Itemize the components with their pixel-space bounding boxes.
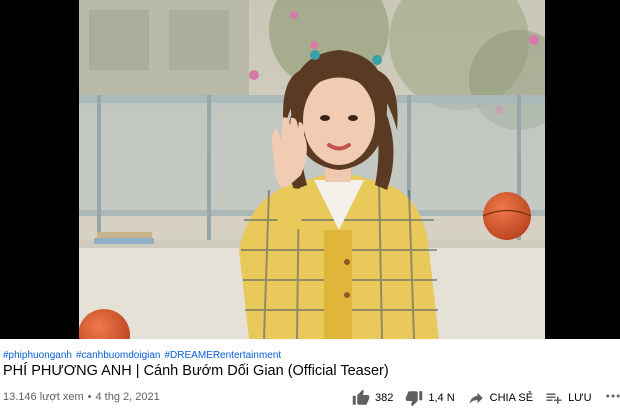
hashtags: #phiphuonganh #canhbuomdoigian #DREAMERent…	[3, 350, 285, 361]
like-button[interactable]: 382	[352, 389, 393, 407]
view-count: 13.146 lượt xem	[3, 391, 84, 403]
dislike-button[interactable]: 1,4 N	[405, 389, 455, 407]
action-bar: 382 1,4 N CHIA SẺ LƯU	[352, 387, 620, 409]
hashtag-link[interactable]: #canhbuomdoigian	[76, 350, 161, 361]
thumb-up-icon	[352, 389, 370, 407]
meta-separator: •	[87, 391, 92, 403]
more-actions-button[interactable]	[604, 387, 620, 410]
hashtag-link[interactable]: #phiphuonganh	[3, 350, 72, 361]
save-button[interactable]: LƯU	[545, 389, 592, 407]
video-title: PHÍ PHƯƠNG ANH | Cánh Bướm Dối Gian (Off…	[3, 363, 389, 379]
video-thumbnail-image	[79, 0, 545, 339]
more-horizontal-icon	[604, 387, 620, 410]
share-button[interactable]: CHIA SẺ	[467, 389, 533, 407]
dislike-count: 1,4 N	[428, 392, 455, 404]
video-player[interactable]	[0, 0, 620, 339]
playlist-add-icon	[545, 389, 563, 407]
hashtag-link[interactable]: #DREAMERentertainment	[164, 350, 281, 361]
save-label: LƯU	[568, 392, 592, 404]
upload-date: 4 thg 2, 2021	[95, 391, 160, 403]
video-frame[interactable]	[79, 0, 545, 339]
share-arrow-icon	[467, 389, 485, 407]
thumb-down-icon	[405, 389, 423, 407]
share-label: CHIA SẺ	[489, 392, 534, 404]
video-meta: 13.146 lượt xem • 4 thg 2, 2021	[3, 391, 160, 403]
like-count: 382	[375, 392, 394, 404]
